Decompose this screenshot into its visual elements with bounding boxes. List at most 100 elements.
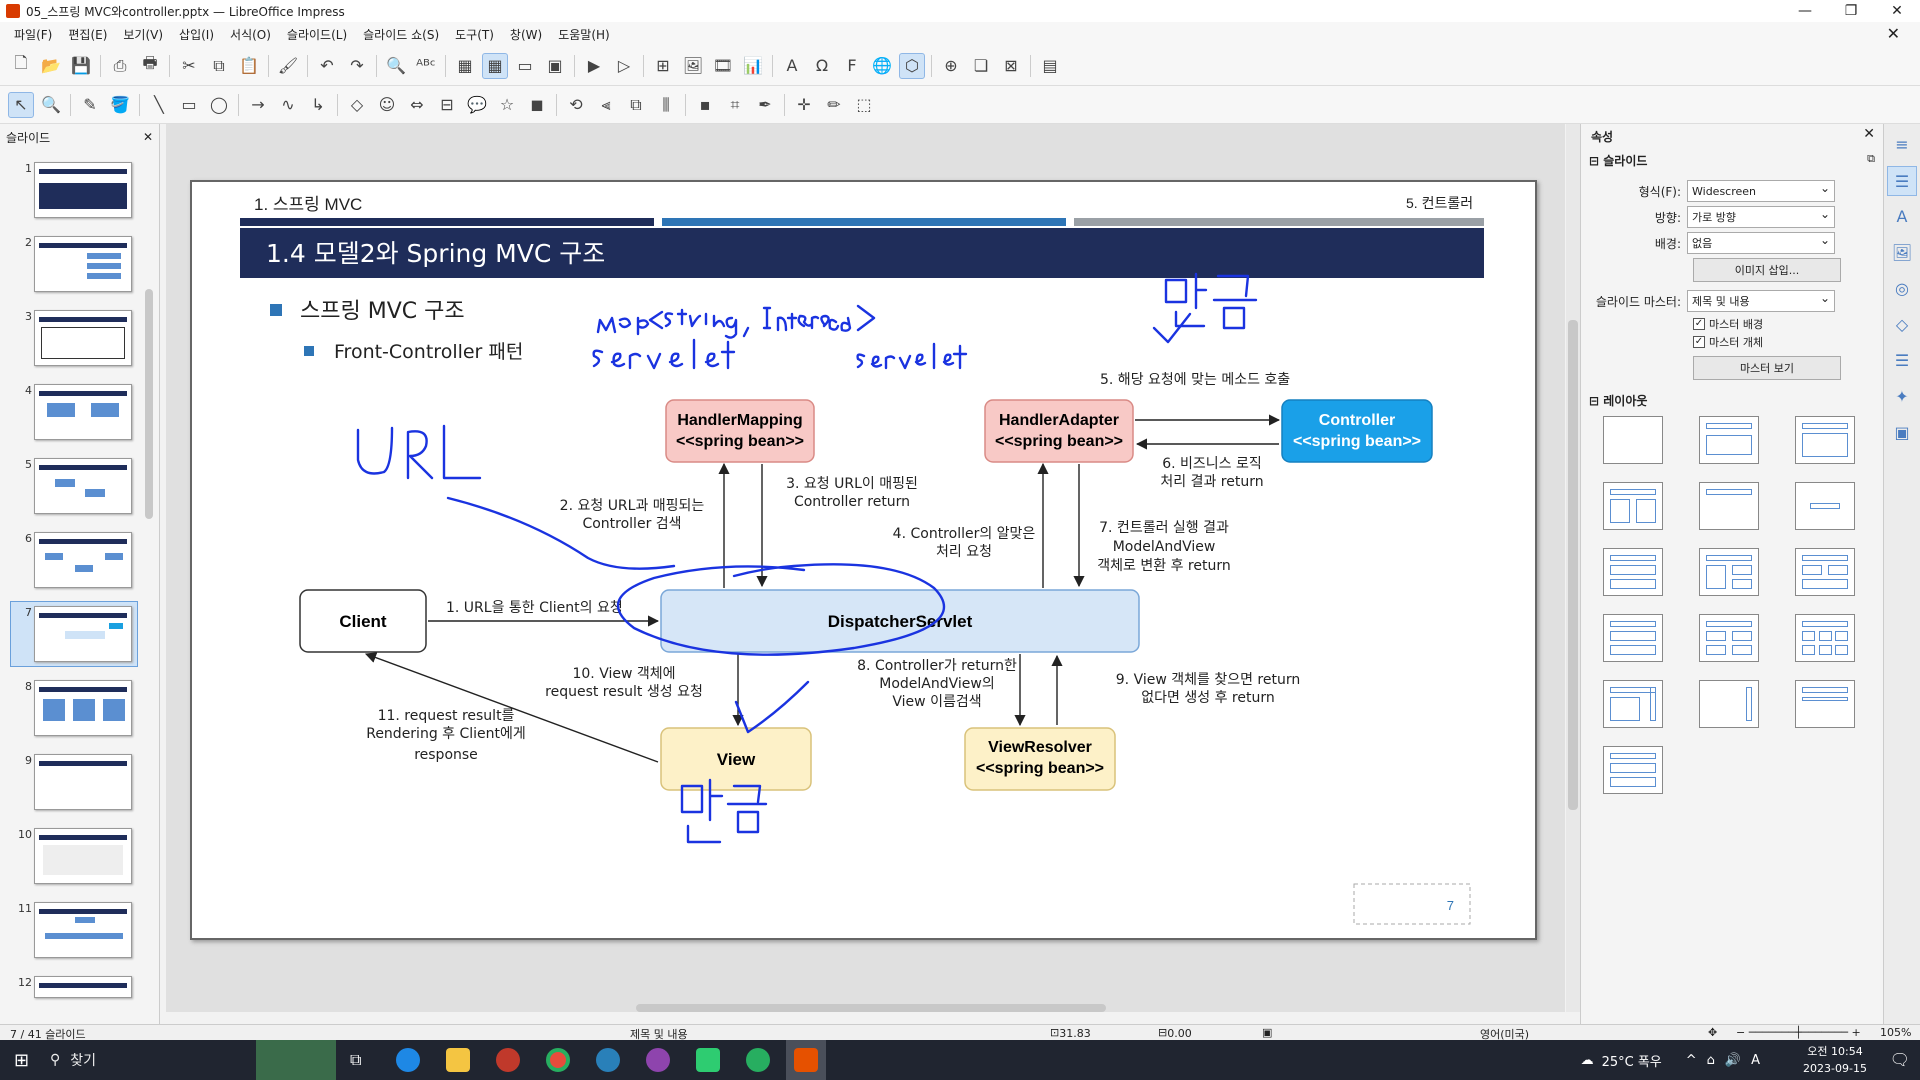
menu-file[interactable]: 파일(F) (6, 26, 60, 43)
navigator-tab-icon[interactable]: ◎ (1887, 274, 1917, 304)
close-window-button[interactable]: ✕ (1874, 0, 1920, 22)
layout-title-4-content[interactable] (1699, 614, 1759, 662)
layout-title-2-content[interactable] (1603, 482, 1663, 530)
fit-slide-icon[interactable]: ✥ (1708, 1026, 1717, 1039)
3d-objects-icon[interactable]: ◼ (524, 92, 550, 118)
callouts-icon[interactable]: 💬 (464, 92, 490, 118)
task-view-icon[interactable]: ⧉ (350, 1050, 361, 1070)
layout-title-vertical-text[interactable] (1795, 680, 1855, 728)
chrome-icon[interactable] (546, 1048, 570, 1072)
master-slides-tab-icon[interactable]: ▣ (1887, 418, 1917, 448)
slide-thumbnail-8[interactable] (34, 680, 132, 736)
network-icon[interactable]: ⌂ (1707, 1053, 1715, 1068)
slide-section-header[interactable]: ⊟ 슬라이드 (1589, 152, 1647, 169)
menu-slideshow[interactable]: 슬라이드 쇼(S) (355, 26, 447, 43)
animation-tab-icon[interactable]: ☰ (1887, 346, 1917, 376)
insert-image-button[interactable]: 이미지 삽입... (1693, 258, 1841, 282)
slide-thumbnail-12[interactable] (34, 976, 132, 998)
menu-edit[interactable]: 편집(E) (60, 26, 115, 43)
edge-icon[interactable] (396, 1048, 420, 1072)
slide-title[interactable]: 1.4 모델2와 Spring MVC 구조 (266, 239, 605, 268)
spelling-icon[interactable]: ᴬᴮᶜ (413, 53, 439, 79)
arrow-line-icon[interactable]: → (245, 92, 271, 118)
glue-points-icon[interactable]: ✏ (821, 92, 847, 118)
ellipse-icon[interactable]: ◯ (206, 92, 232, 118)
close-document-icon[interactable]: ✕ (1879, 24, 1908, 43)
windows-start-icon[interactable]: ⊞ (14, 1050, 29, 1071)
horizontal-scrollbar[interactable] (176, 1000, 1556, 1016)
styles-tab-icon[interactable]: A (1887, 202, 1917, 232)
copy-icon[interactable]: ⧉ (206, 53, 232, 79)
slide-thumbnail-4[interactable] (34, 384, 132, 440)
redo-icon[interactable]: ↷ (344, 53, 370, 79)
start-current-slide-icon[interactable]: ▷ (611, 53, 637, 79)
slide-thumbnail-7[interactable] (34, 606, 132, 662)
zoom-icon[interactable]: 🔍 (38, 92, 64, 118)
menu-insert[interactable]: 삽입(I) (171, 26, 222, 43)
undo-icon[interactable]: ↶ (314, 53, 340, 79)
distribute-icon[interactable]: ⫼ (653, 92, 679, 118)
line-color-icon[interactable]: ✎ (77, 92, 103, 118)
minimize-button[interactable]: — (1782, 0, 1828, 22)
print-icon[interactable]: 🖶 (137, 53, 163, 79)
flowchart-icon[interactable]: ⊟ (434, 92, 460, 118)
format-select[interactable]: Widescreen (1687, 180, 1835, 202)
arrange-icon[interactable]: ⧉ (623, 92, 649, 118)
layout-title-slide[interactable] (1699, 416, 1759, 464)
display-views-icon[interactable]: ▭ (512, 53, 538, 79)
notification-icon[interactable]: 🗨 (1890, 1050, 1910, 1069)
background-select[interactable]: 없음 (1687, 232, 1835, 254)
slide-thumbnail-9[interactable] (34, 754, 132, 810)
filter-icon[interactable]: ✒ (752, 92, 778, 118)
stars-icon[interactable]: ☆ (494, 92, 520, 118)
table-icon[interactable]: ⊞ (650, 53, 676, 79)
weather-icon[interactable]: ☁ (1581, 1053, 1594, 1068)
slide-thumbnail-1[interactable] (34, 162, 132, 218)
layout-vertical-text[interactable] (1699, 680, 1759, 728)
find-replace-icon[interactable]: 🔍 (383, 53, 409, 79)
paste-icon[interactable]: 📋 (236, 53, 262, 79)
layout-vertical-title-text[interactable] (1603, 680, 1663, 728)
close-sidebar-icon[interactable]: ✕ (1863, 126, 1875, 142)
master-objects-checkbox[interactable]: ✓ 마스터 개체 (1693, 334, 1763, 350)
maximize-button[interactable]: ❐ (1828, 0, 1874, 22)
slides-panel-scrollbar[interactable] (143, 279, 155, 1080)
select-icon[interactable]: ↖ (8, 91, 34, 118)
chart-icon[interactable]: 📊 (740, 53, 766, 79)
textbox-icon[interactable]: A (779, 53, 805, 79)
menu-view[interactable]: 보기(V) (115, 26, 171, 43)
master-background-checkbox[interactable]: ✓ 마스터 배경 (1693, 316, 1763, 332)
zoom-slider[interactable]: − ───────┼─────── + (1736, 1026, 1861, 1039)
layout-section-header[interactable]: ⊟ 레이아웃 (1589, 392, 1647, 409)
menu-format[interactable]: 서식(O) (222, 26, 279, 43)
file-explorer-icon[interactable] (446, 1048, 470, 1072)
duplicate-slide-icon[interactable]: ❏ (968, 53, 994, 79)
layout-title-6-content[interactable] (1795, 614, 1855, 662)
basic-shapes-icon[interactable]: ◇ (344, 92, 370, 118)
slide-thumbnail-2[interactable] (34, 236, 132, 292)
layout-title-vertical-2[interactable] (1603, 746, 1663, 794)
symbol-shapes-icon[interactable]: ☺ (374, 92, 400, 118)
layout-title-content-over-content[interactable] (1603, 614, 1663, 662)
block-arrows-icon[interactable]: ⇔ (404, 92, 430, 118)
new-slide-icon[interactable]: ⊕ (938, 53, 964, 79)
slide-canvas[interactable]: 1. 스프링 MVC 5. 컨트롤러 1.4 모델2와 Spring MVC 구… (190, 180, 1537, 940)
clone-format-icon[interactable]: 🖌 (275, 53, 301, 79)
delete-slide-icon[interactable]: ⊠ (998, 53, 1024, 79)
volume-icon[interactable]: 🔊 (1725, 1053, 1741, 1068)
vertical-scrollbar[interactable] (1566, 124, 1580, 1012)
curve-icon[interactable]: ∿ (275, 92, 301, 118)
ime-icon[interactable]: A (1751, 1053, 1760, 1068)
layout-title-2-content-over[interactable] (1795, 548, 1855, 596)
shadow-icon[interactable]: ▪ (692, 92, 718, 118)
master-slide-select[interactable]: 제목 및 내용 (1687, 290, 1835, 312)
slide-layout-icon[interactable]: ▤ (1037, 53, 1063, 79)
orientation-select[interactable]: 가로 방향 (1687, 206, 1835, 228)
slide-thumbnail-5[interactable] (34, 458, 132, 514)
hyperlink-icon[interactable]: 🌐 (869, 53, 895, 79)
fill-color-icon[interactable]: 🪣 (107, 92, 133, 118)
layout-blank[interactable] (1603, 416, 1663, 464)
export-pdf-icon[interactable]: ⎙ (107, 53, 133, 79)
slide-thumbnail-6[interactable] (34, 532, 132, 588)
helplines-icon[interactable]: ▦ (482, 52, 508, 79)
